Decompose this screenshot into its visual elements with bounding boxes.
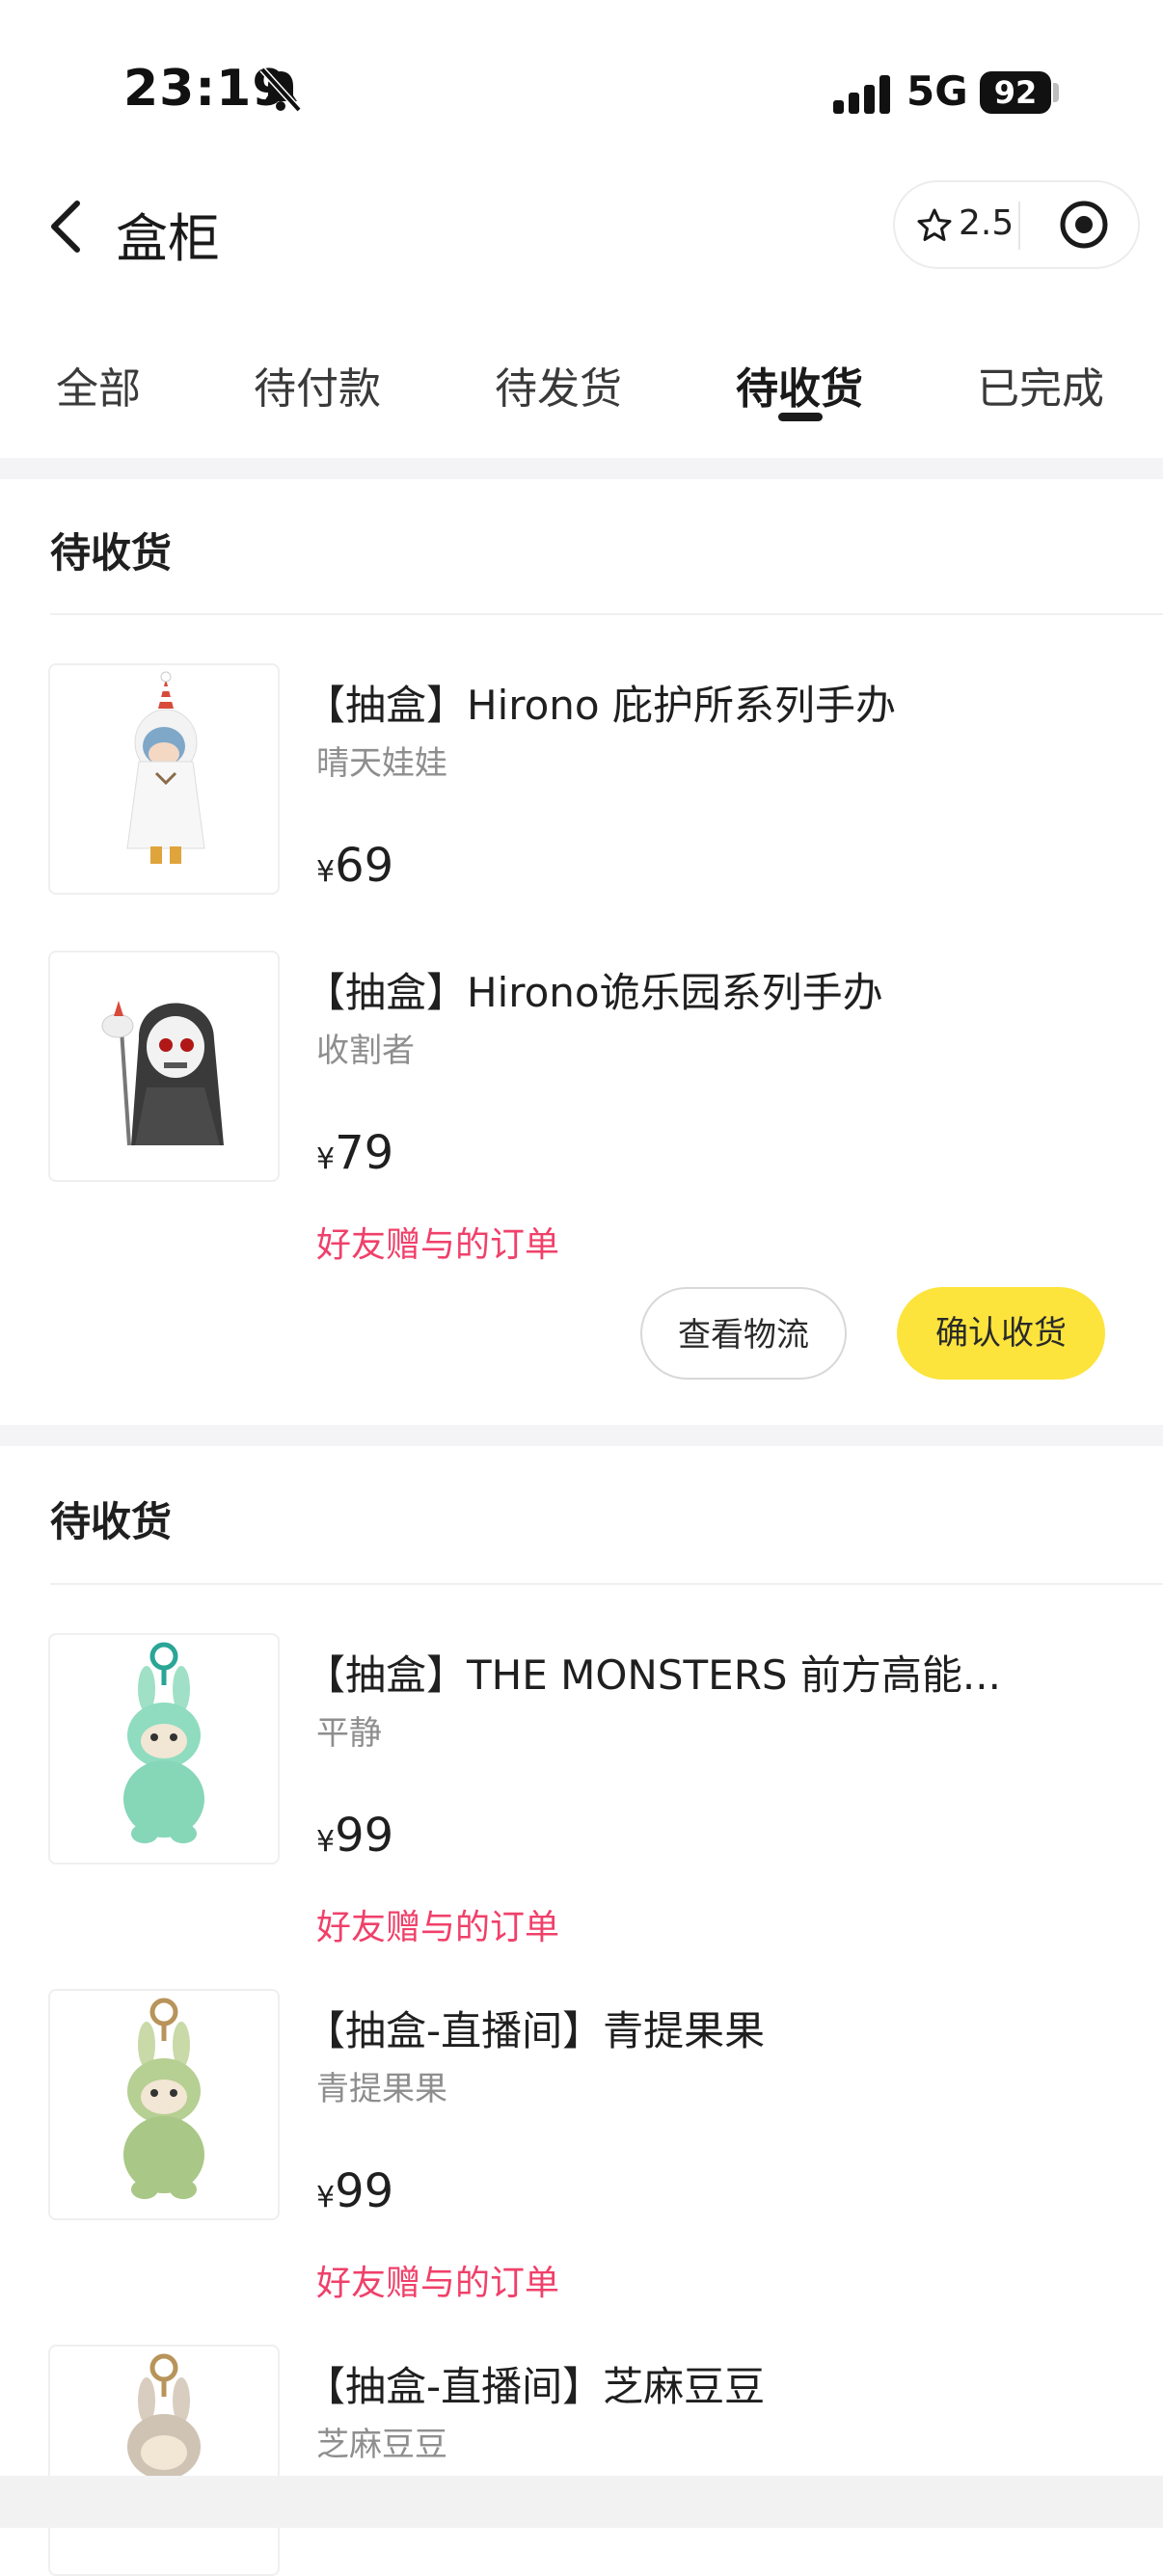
product-price: ¥79 xyxy=(316,1126,394,1180)
bottom-bar xyxy=(0,2476,1163,2528)
tab-pending-receipt[interactable]: 待收货 xyxy=(736,354,863,416)
tab-all[interactable]: 全部 xyxy=(56,354,141,416)
back-icon[interactable] xyxy=(44,198,87,255)
status-bar: 23:19 5G 92 xyxy=(0,0,1163,183)
section-gap xyxy=(0,458,1163,479)
target-icon[interactable] xyxy=(1057,198,1111,252)
confirm-receipt-button[interactable]: 确认收货 xyxy=(897,1287,1105,1380)
nav-bar: 盒柜 2.5 xyxy=(0,178,1163,275)
order-item[interactable]: 【抽盒-直播间】青提果果 青提果果 ¥99 xyxy=(0,1989,1163,2220)
gift-order-note: 好友赠与的订单 xyxy=(316,1225,560,1265)
capsule-divider xyxy=(1018,201,1020,250)
product-name[interactable]: 【抽盒】THE MONSTERS 前方高能... xyxy=(305,1643,1001,1702)
active-tab-indicator xyxy=(778,413,823,421)
section-gap xyxy=(0,1425,1163,1446)
order-item[interactable]: 【抽盒】THE MONSTERS 前方高能... 平静 ¥99 xyxy=(0,1633,1163,1865)
product-name[interactable]: 【抽盒-直播间】芝麻豆豆 xyxy=(305,2354,765,2413)
product-name[interactable]: 【抽盒-直播间】青提果果 xyxy=(305,1999,765,2057)
tab-pending-shipment[interactable]: 待发货 xyxy=(495,354,622,416)
page-title: 盒柜 xyxy=(116,208,220,269)
order-status-tabs: 全部 待付款 待发货 待收货 已完成 xyxy=(0,342,1163,458)
product-variant: 晴天娃娃 xyxy=(316,744,447,783)
product-price: ¥99 xyxy=(316,1809,394,1863)
product-variant: 平静 xyxy=(316,1714,382,1753)
battery-icon: 92 xyxy=(980,71,1051,114)
signal-icon xyxy=(833,75,893,114)
product-image[interactable] xyxy=(48,1633,280,1865)
product-image[interactable] xyxy=(48,663,280,895)
order-status-label: 待收货 xyxy=(50,1498,173,1545)
product-name[interactable]: 【抽盒】Hirono诡乐园系列手办 xyxy=(305,960,883,1019)
product-price: ¥69 xyxy=(316,839,394,893)
bell-muted-icon xyxy=(259,67,302,113)
product-price: ¥99 xyxy=(316,2164,394,2218)
tab-completed[interactable]: 已完成 xyxy=(977,354,1104,416)
order-item[interactable]: 【抽盒】Hirono诡乐园系列手办 收割者 ¥79 xyxy=(0,951,1163,1182)
network-type: 5G xyxy=(906,67,968,115)
product-image[interactable] xyxy=(48,951,280,1182)
product-image[interactable] xyxy=(48,2345,280,2576)
order-status-label: 待收货 xyxy=(50,529,173,577)
tab-pending-payment[interactable]: 待付款 xyxy=(254,354,381,416)
order-item[interactable]: 【抽盒-直播间】芝麻豆豆 芝麻豆豆 xyxy=(0,2345,1163,2576)
star-icon[interactable] xyxy=(916,207,953,244)
mini-program-capsule: 2.5 xyxy=(893,180,1140,269)
gift-order-note: 好友赠与的订单 xyxy=(316,1908,560,1947)
product-variant: 收割者 xyxy=(316,1032,415,1070)
view-logistics-button[interactable]: 查看物流 xyxy=(640,1287,847,1380)
product-variant: 芝麻豆豆 xyxy=(316,2426,447,2464)
product-name[interactable]: 【抽盒】Hirono 庇护所系列手办 xyxy=(305,673,896,732)
order-item[interactable]: 【抽盒】Hirono 庇护所系列手办 晴天娃娃 ¥69 xyxy=(0,663,1163,895)
capsule-value[interactable]: 2.5 xyxy=(959,203,1014,243)
gift-order-note: 好友赠与的订单 xyxy=(316,2264,560,2303)
product-image[interactable] xyxy=(48,1989,280,2220)
product-variant: 青提果果 xyxy=(316,2070,447,2108)
